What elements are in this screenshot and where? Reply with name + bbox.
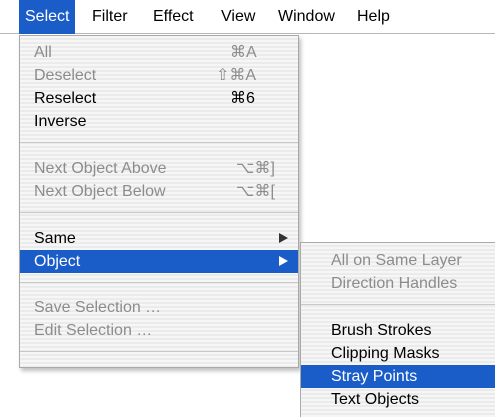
menu-separator — [301, 304, 495, 305]
menu-item-save-selection[interactable]: Save Selection … — [20, 296, 298, 319]
submenu-item-text-objects[interactable]: Text Objects — [301, 388, 495, 411]
shortcut-label: ⌥⌘] — [236, 160, 275, 177]
menu-item-same[interactable]: Same — [20, 227, 298, 250]
menu-item-label: Text Objects — [331, 391, 420, 408]
menu-separator — [20, 142, 298, 143]
menu-item-label: All on Same Layer — [331, 252, 462, 269]
menu-item-object[interactable]: Object — [20, 250, 298, 273]
menu-window[interactable]: Window — [272, 0, 341, 34]
menu-item-label: Direction Handles — [331, 275, 458, 292]
menu-effect[interactable]: Effect — [147, 0, 200, 34]
shortcut-label: ⇧⌘A — [216, 67, 257, 84]
menu-item-label: Deselect — [34, 67, 97, 84]
submenu-item-stray-points[interactable]: Stray Points — [301, 365, 495, 388]
menu-item-next-object-above[interactable]: Next Object Above ⌥⌘] — [20, 157, 298, 180]
menu-item-label: All — [34, 44, 52, 61]
menu-filter[interactable]: Filter — [86, 0, 134, 34]
submenu-item-direction-handles[interactable]: Direction Handles — [301, 272, 495, 295]
menu-item-label: Edit Selection … — [34, 322, 153, 339]
menu-item-label: Object — [34, 253, 81, 270]
menu-separator — [20, 212, 298, 213]
menu-bar: Select Filter Effect View Window Help — [0, 0, 495, 34]
shortcut-label: ⌘A — [230, 44, 257, 61]
menu-item-edit-selection[interactable]: Edit Selection … — [20, 319, 298, 342]
menu-item-next-object-below[interactable]: Next Object Below ⌥⌘[ — [20, 180, 298, 203]
menu-item-label: Save Selection … — [34, 299, 162, 316]
menu-item-deselect[interactable]: Deselect ⇧⌘A — [20, 64, 298, 87]
menu-view[interactable]: View — [215, 0, 261, 34]
submenu-arrow-icon — [279, 256, 288, 266]
menu-item-label: Brush Strokes — [331, 322, 432, 339]
shortcut-label: ⌘6 — [230, 90, 255, 107]
menu-item-label: Reselect — [34, 90, 97, 107]
menu-item-label: Clipping Masks — [331, 345, 440, 362]
menu-item-inverse[interactable]: Inverse — [20, 110, 298, 133]
submenu-arrow-icon — [279, 233, 288, 243]
menu-item-label: Same — [34, 230, 76, 247]
menu-item-all[interactable]: All ⌘A — [20, 41, 298, 64]
menu-select[interactable]: Select — [19, 0, 76, 34]
menu-item-reselect[interactable]: Reselect ⌘6 — [20, 87, 298, 110]
submenu-item-all-on-same-layer[interactable]: All on Same Layer — [301, 249, 495, 272]
menu-separator — [20, 282, 298, 283]
menu-item-label: Stray Points — [331, 368, 418, 385]
menu-item-label: Inverse — [34, 113, 87, 130]
shortcut-label: ⌥⌘[ — [236, 183, 275, 200]
menu-item-label: Next Object Above — [34, 160, 167, 177]
menu-help[interactable]: Help — [351, 0, 396, 34]
object-submenu: All on Same Layer Direction Handles Brus… — [300, 242, 495, 417]
menu-item-label: Next Object Below — [34, 183, 166, 200]
select-menu: All ⌘A Deselect ⇧⌘A Reselect ⌘6 Inverse … — [19, 35, 299, 368]
submenu-item-clipping-masks[interactable]: Clipping Masks — [301, 342, 495, 365]
menu-separator — [20, 351, 298, 352]
submenu-item-brush-strokes[interactable]: Brush Strokes — [301, 319, 495, 342]
